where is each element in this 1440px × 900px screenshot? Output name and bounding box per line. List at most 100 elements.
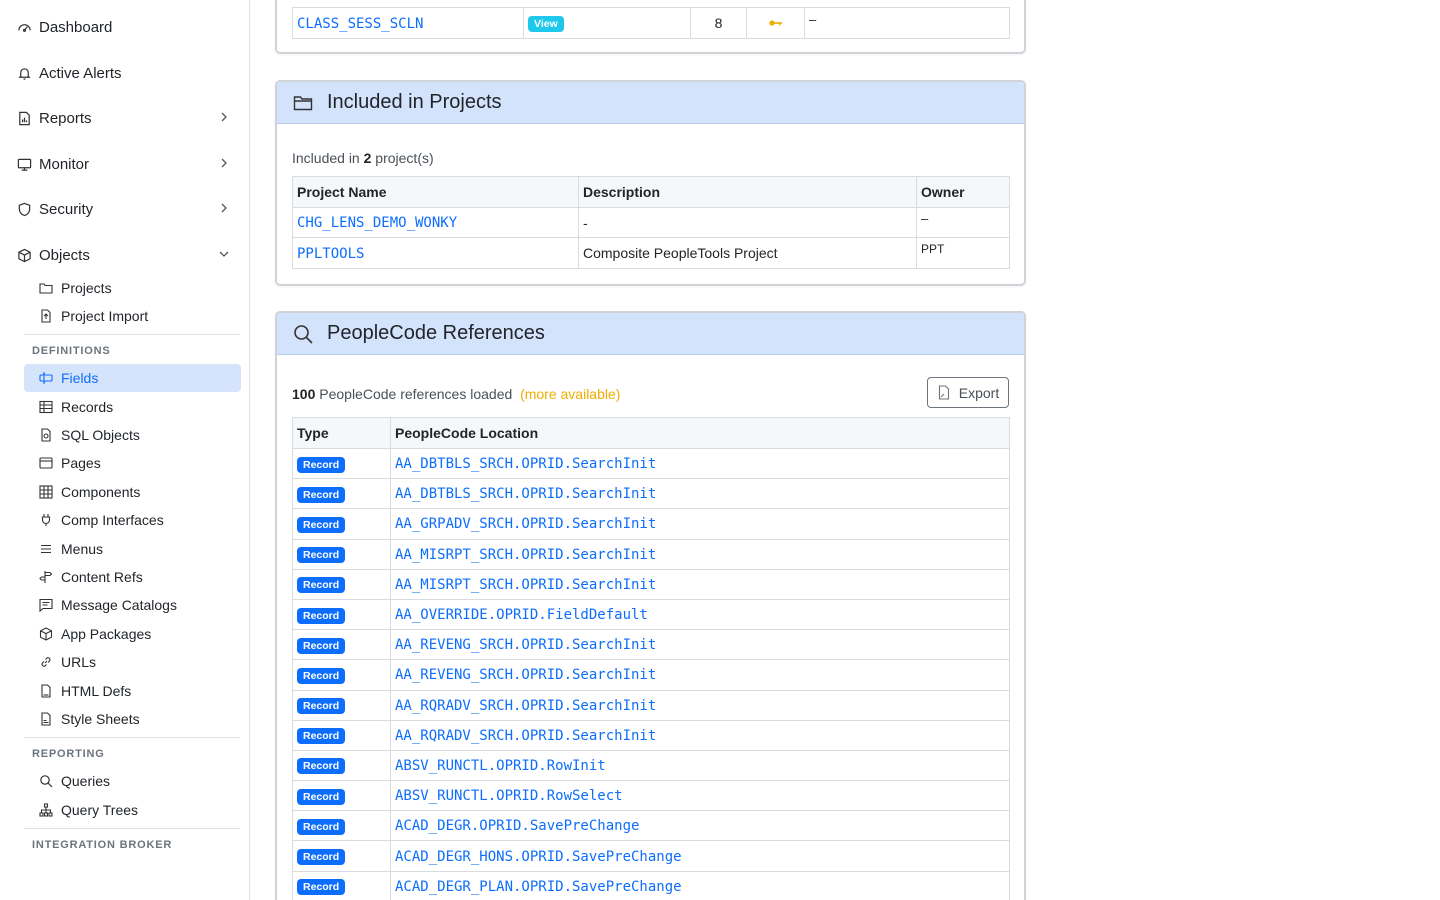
sidebar-item-active-alerts[interactable]: Active Alerts [16, 62, 236, 84]
dashboard-icon [16, 19, 32, 35]
peoplecode-location-link[interactable]: AA_REVENG_SRCH.OPRID.SearchInit [395, 637, 656, 653]
project-name-cell: CHG_LENS_DEMO_WONKY [292, 207, 579, 238]
peoplecode-location-link[interactable]: AA_DBTBLS_SRCH.OPRID.SearchInit [395, 456, 656, 472]
type-cell: Record [292, 659, 391, 691]
monitor-icon [16, 156, 32, 172]
sidebar-item-monitor[interactable]: Monitor [16, 153, 236, 175]
package-icon [39, 627, 53, 641]
sidebar-item-objects[interactable]: Objects [16, 244, 236, 266]
table-row: Record AA_REVENG_SRCH.OPRID.SearchInit [292, 629, 1010, 661]
column-header-type: Type [292, 417, 391, 449]
sidebar-item-sql-objects[interactable]: SQL Objects [24, 421, 241, 449]
location-cell: AA_REVENG_SRCH.OPRID.SearchInit [390, 659, 1010, 691]
peoplecode-location-link[interactable]: ACAD_DEGR_PLAN.OPRID.SavePreChange [395, 879, 682, 895]
sidebar-item-label: Content Refs [61, 569, 143, 585]
location-cell: AA_GRPADV_SRCH.OPRID.SearchInit [390, 508, 1010, 540]
sidebar-item-content-refs[interactable]: Content Refs [24, 563, 241, 591]
table-row: PPLTOOLS Composite PeopleTools Project P… [292, 237, 1010, 269]
peoplecode-location-link[interactable]: AA_MISRPT_SRCH.OPRID.SearchInit [395, 547, 656, 563]
record-type-cell: View [523, 7, 691, 39]
sidebar-item-reports[interactable]: Reports [16, 107, 236, 129]
type-cell: Record [292, 870, 391, 900]
chevron-down-icon [219, 251, 229, 257]
table-row: Record ACAD_DEGR.OPRID.SavePreChange [292, 810, 1010, 842]
sidebar-item-app-packages[interactable]: App Packages [24, 620, 241, 648]
more-available-link[interactable]: (more available) [520, 386, 620, 402]
table-row: CLASS_SESS_SCLN View 8 – [292, 7, 1010, 39]
sidebar-item-urls[interactable]: URLs [24, 648, 241, 676]
peoplecode-card-header: PeopleCode References [277, 313, 1024, 355]
field-count-cell: 8 [690, 7, 747, 39]
peoplecode-location-link[interactable]: ABSV_RUNCTL.OPRID.RowSelect [395, 788, 623, 804]
window-icon [39, 456, 53, 470]
peoplecode-location-link[interactable]: AA_RQRADV_SRCH.OPRID.SearchInit [395, 698, 656, 714]
peoplecode-summary: 100 PeopleCode references loaded (more a… [292, 386, 620, 402]
project-link[interactable]: PPLTOOLS [297, 246, 364, 262]
peoplecode-location-link[interactable]: AA_MISRPT_SRCH.OPRID.SearchInit [395, 577, 656, 593]
location-cell: AA_DBTBLS_SRCH.OPRID.SearchInit [390, 478, 1010, 510]
section-heading-definitions: DEFINITIONS [32, 345, 111, 357]
record-type-badge: Record [297, 879, 346, 896]
record-type-badge: Record [297, 486, 346, 503]
sidebar-item-query-trees[interactable]: Query Trees [24, 796, 241, 824]
record-type-badge: Record [297, 698, 346, 715]
sidebar-item-projects[interactable]: Projects [24, 274, 241, 302]
sidebar-item-label: Menus [61, 541, 104, 557]
sidebar-item-message-catalogs[interactable]: Message Catalogs [24, 591, 241, 619]
sidebar-item-label: Active Alerts [39, 64, 122, 82]
sidebar-item-queries[interactable]: Queries [24, 767, 241, 795]
record-name-link[interactable]: CLASS_SESS_SCLN [297, 16, 423, 32]
summary-prefix: Included in [292, 150, 364, 166]
view-badge: View [528, 16, 564, 32]
chevron-right-icon [221, 158, 227, 168]
description-cell: - [578, 207, 917, 238]
peoplecode-location-link[interactable]: AA_GRPADV_SRCH.OPRID.SearchInit [395, 516, 656, 532]
sidebar-item-records[interactable]: Records [24, 393, 241, 421]
sidebar-item-label: Comp Interfaces [61, 512, 164, 528]
sidebar-item-project-import[interactable]: Project Import [24, 302, 241, 330]
table-row: Record AA_RQRADV_SRCH.OPRID.SearchInit [292, 689, 1010, 721]
type-cell: Record [292, 508, 391, 540]
sidebar-item-label: Pages [61, 455, 101, 471]
sidebar-item-label: HTML Defs [61, 683, 132, 699]
field-icon [39, 371, 53, 385]
sidebar-item-menus[interactable]: Menus [24, 535, 241, 563]
sidebar-item-label: App Packages [61, 626, 152, 642]
peoplecode-location-link[interactable]: AA_RQRADV_SRCH.OPRID.SearchInit [395, 728, 656, 744]
css-file-icon [39, 712, 53, 726]
peoplecode-location-link[interactable]: ACAD_DEGR_HONS.OPRID.SavePreChange [395, 849, 682, 865]
project-link[interactable]: CHG_LENS_DEMO_WONKY [297, 215, 457, 231]
table-row: Record AA_REVENG_SRCH.OPRID.SearchInit [292, 659, 1010, 691]
type-cell: Record [292, 598, 391, 631]
record-type-badge: Record [297, 637, 346, 654]
peoplecode-location-link[interactable]: AA_OVERRIDE.OPRID.FieldDefault [395, 607, 648, 623]
reference-count: 100 [292, 386, 316, 402]
sidebar-item-pages[interactable]: Pages [24, 449, 241, 477]
peoplecode-location-link[interactable]: ABSV_RUNCTL.OPRID.RowInit [395, 758, 606, 774]
fields-usage-card: CLASS_SESS_SCLN View 8 – [275, 0, 1026, 54]
peoplecode-location-link[interactable]: AA_REVENG_SRCH.OPRID.SearchInit [395, 667, 656, 683]
sidebar-item-security[interactable]: Security [16, 198, 236, 220]
peoplecode-location-link[interactable]: ACAD_DEGR.OPRID.SavePreChange [395, 818, 639, 834]
projects-card-title: Included in Projects [327, 91, 502, 113]
sidebar-item-components[interactable]: Components [24, 478, 241, 506]
sidebar-item-html-defs[interactable]: HTML Defs [24, 677, 241, 705]
type-cell: Record [292, 810, 391, 842]
sidebar-item-fields[interactable]: Fields [24, 364, 241, 392]
sidebar-item-label: Monitor [39, 155, 90, 173]
sidebar-item-dashboard[interactable]: Dashboard [16, 16, 236, 38]
folder-icon [293, 93, 313, 113]
record-type-badge: Record [297, 547, 346, 564]
export-button[interactable]: Export [927, 377, 1009, 408]
tree-icon [39, 803, 53, 817]
projects-summary: Included in 2 project(s) [292, 150, 434, 166]
sidebar-item-style-sheets[interactable]: Style Sheets [24, 705, 241, 733]
peoplecode-location-link[interactable]: AA_DBTBLS_SRCH.OPRID.SearchInit [395, 486, 656, 502]
sidebar-item-label: Fields [61, 370, 99, 386]
table-row: Record AA_MISRPT_SRCH.OPRID.SearchInit [292, 568, 1010, 600]
record-type-badge: Record [297, 849, 346, 866]
shield-icon [16, 201, 32, 217]
sidebar-item-comp-interfaces[interactable]: Comp Interfaces [24, 506, 241, 534]
table-row: Record AA_OVERRIDE.OPRID.FieldDefault [292, 598, 1010, 631]
sidebar-item-label: Records [61, 399, 114, 415]
